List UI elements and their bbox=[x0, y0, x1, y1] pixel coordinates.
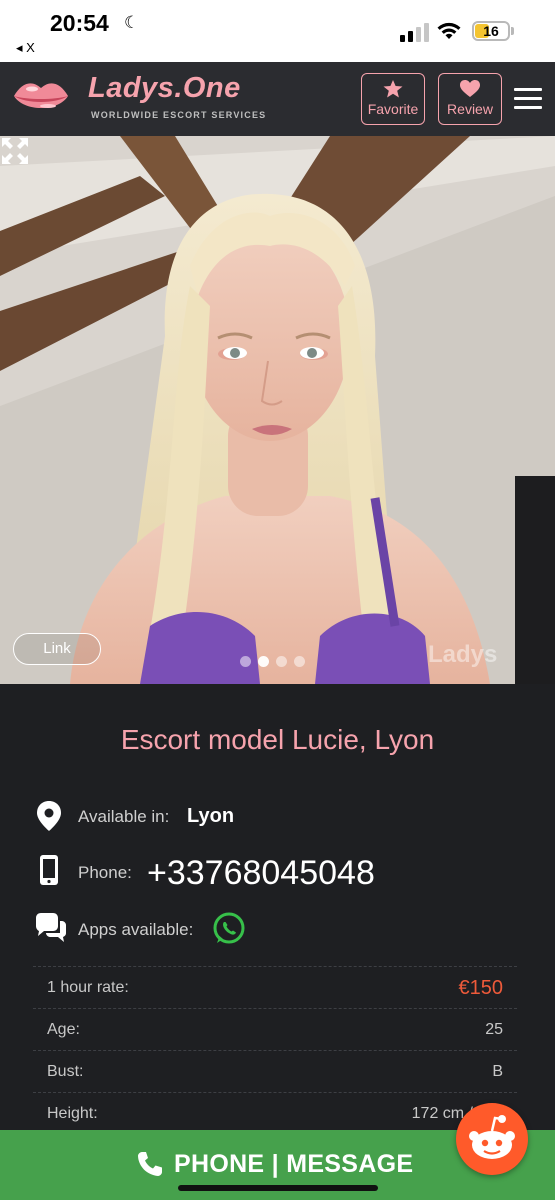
carousel-dot[interactable] bbox=[240, 656, 251, 667]
carousel-dot[interactable] bbox=[276, 656, 287, 667]
profile-photo bbox=[0, 136, 555, 684]
site-header: Ladys.One WORLDWIDE ESCORT SERVICES Favo… bbox=[0, 62, 555, 136]
cellular-signal-icon bbox=[400, 23, 429, 42]
profile-photo-gallery[interactable]: Link Ladys bbox=[0, 136, 555, 684]
apps-label: Apps available: bbox=[78, 920, 194, 939]
table-row: Bust: B bbox=[33, 1050, 517, 1092]
phone-message-button[interactable]: PHONE | MESSAGE bbox=[174, 1150, 413, 1179]
back-to-app-link[interactable]: ◂ X bbox=[16, 40, 35, 56]
battery-percent: 16 bbox=[483, 23, 499, 39]
location-pin-icon bbox=[37, 801, 61, 831]
carousel-dots[interactable] bbox=[240, 654, 312, 672]
mobile-phone-icon bbox=[40, 855, 58, 885]
link-button[interactable]: Link bbox=[13, 633, 101, 665]
carousel-dot-active[interactable] bbox=[258, 656, 269, 667]
home-indicator[interactable] bbox=[178, 1185, 378, 1191]
status-bar: 20:54 ☾ ◂ X 16 bbox=[0, 0, 555, 62]
profile-info: Escort model Lucie, Lyon Available in: L… bbox=[0, 684, 555, 1130]
menu-icon[interactable] bbox=[514, 88, 542, 112]
chat-bubbles-icon bbox=[36, 913, 66, 942]
lips-logo-icon[interactable] bbox=[12, 76, 70, 116]
page-title: Escort model Lucie, Lyon bbox=[120, 724, 435, 755]
wifi-icon bbox=[437, 22, 461, 39]
whatsapp-icon[interactable] bbox=[212, 912, 246, 946]
phone-number[interactable]: +33768045048 bbox=[147, 854, 375, 893]
page: 20:54 ☾ ◂ X 16 Ladys.One WORLDWIDE ESCOR… bbox=[0, 0, 555, 1200]
available-label: Available in: bbox=[78, 807, 170, 826]
status-time: 20:54 bbox=[50, 10, 109, 36]
table-row: Height: 172 cm / bbox=[33, 1092, 517, 1134]
detail-key: Age: bbox=[47, 1021, 80, 1038]
star-icon bbox=[383, 80, 403, 98]
favorite-button[interactable]: Favorite bbox=[361, 73, 425, 125]
site-logo-subtitle: WORLDWIDE ESCORT SERVICES bbox=[91, 110, 267, 120]
heart-icon bbox=[460, 80, 480, 97]
detail-key: 1 hour rate: bbox=[47, 979, 129, 996]
phone-icon bbox=[138, 1152, 162, 1176]
detail-value: 25 bbox=[485, 1021, 503, 1038]
details-table: 1 hour rate: €150 Age: 25 Bust: B Height… bbox=[33, 966, 517, 1134]
fullscreen-icon[interactable] bbox=[0, 136, 30, 166]
reddit-floating-button[interactable] bbox=[456, 1103, 528, 1175]
carousel-dot[interactable] bbox=[294, 656, 305, 667]
battery-tip bbox=[511, 27, 514, 35]
site-logo-title[interactable]: Ladys.One bbox=[88, 72, 241, 105]
moon-icon: ☾ bbox=[124, 13, 140, 32]
detail-value: B bbox=[492, 1063, 503, 1080]
reddit-alien-icon bbox=[469, 1115, 515, 1159]
phone-label: Phone: bbox=[78, 863, 132, 882]
table-row: 1 hour rate: €150 bbox=[33, 966, 517, 1008]
photo-watermark: Ladys bbox=[428, 641, 498, 668]
review-label: Review bbox=[447, 101, 493, 117]
detail-value-price: €150 bbox=[458, 977, 504, 999]
detail-key: Bust: bbox=[47, 1063, 84, 1080]
review-button[interactable]: Review bbox=[438, 73, 502, 125]
detail-key: Height: bbox=[47, 1105, 98, 1122]
table-row: Age: 25 bbox=[33, 1008, 517, 1050]
city-value[interactable]: Lyon bbox=[187, 805, 234, 828]
battery-icon: 16 bbox=[472, 21, 510, 41]
favorite-label: Favorite bbox=[367, 101, 419, 117]
